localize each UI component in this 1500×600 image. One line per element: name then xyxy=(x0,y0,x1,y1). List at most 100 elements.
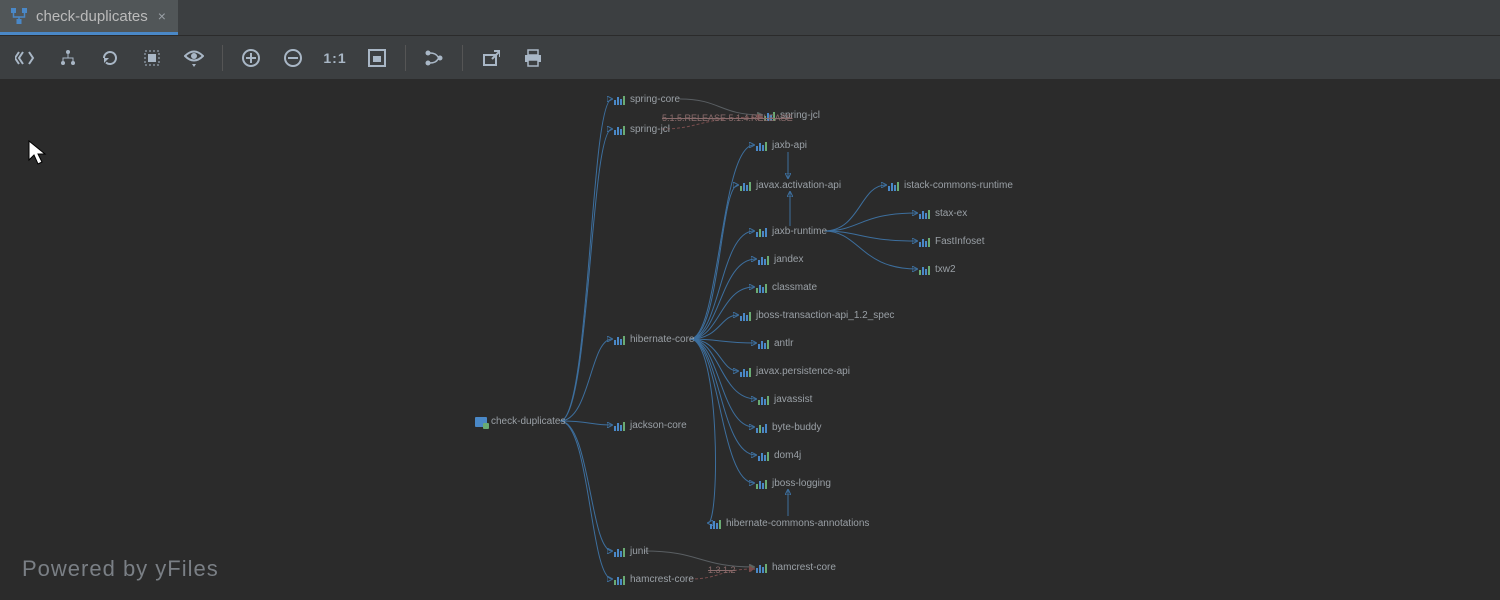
edge-label-spring-jcl-conflict: 5.1.5.RELEASE 5.1.4.RELEASE xyxy=(662,113,793,123)
watermark: Powered by yFiles xyxy=(22,556,219,582)
node-label: FastInfoset xyxy=(935,236,984,247)
node-txw2[interactable]: txw2 xyxy=(919,264,956,275)
node-root[interactable]: check-duplicates xyxy=(475,416,565,427)
node-jandex[interactable]: jandex xyxy=(758,254,803,265)
node-label: junit xyxy=(630,546,648,557)
node-jaxb-runtime[interactable]: jaxb-runtime xyxy=(756,226,827,237)
node-spring-jcl[interactable]: spring-jcl xyxy=(614,124,670,135)
node-dom4j[interactable]: dom4j xyxy=(758,450,801,461)
node-label: spring-jcl xyxy=(630,124,670,135)
edge-label-hamcrest-conflict: 1.3 1.2 xyxy=(708,565,736,575)
lib-icon xyxy=(756,227,768,237)
node-label: jandex xyxy=(774,254,803,265)
node-jboss-transaction-api[interactable]: jboss-transaction-api_1.2_spec xyxy=(740,310,894,321)
node-label: javassist xyxy=(774,394,812,405)
separator xyxy=(405,45,406,71)
node-label: jaxb-runtime xyxy=(772,226,827,237)
node-junit[interactable]: junit xyxy=(614,546,648,557)
collapse-button[interactable] xyxy=(6,39,46,77)
lib-icon xyxy=(756,141,768,151)
lib-icon xyxy=(710,519,722,529)
node-jackson-core[interactable]: jackson-core xyxy=(614,420,687,431)
lib-icon xyxy=(919,237,931,247)
tree-button[interactable] xyxy=(48,39,88,77)
selection-button[interactable] xyxy=(132,39,172,77)
tab-title: check-duplicates xyxy=(36,8,148,25)
lib-icon xyxy=(919,265,931,275)
separator xyxy=(222,45,223,71)
zoom-out-button[interactable] xyxy=(273,39,313,77)
node-label: antlr xyxy=(774,338,793,349)
node-jboss-logging[interactable]: jboss-logging xyxy=(756,478,831,489)
refresh-button[interactable] xyxy=(90,39,130,77)
lib-icon xyxy=(758,255,770,265)
lib-icon xyxy=(614,575,626,585)
node-jaxb-api[interactable]: jaxb-api xyxy=(756,140,807,151)
lib-icon xyxy=(758,451,770,461)
diagram-icon xyxy=(10,7,28,25)
tab-bar: check-duplicates × xyxy=(0,0,1500,36)
node-spring-core[interactable]: spring-core xyxy=(614,94,680,105)
node-fastinfoset[interactable]: FastInfoset xyxy=(919,236,984,247)
separator xyxy=(462,45,463,71)
node-label: javax.activation-api xyxy=(756,180,841,191)
lib-icon xyxy=(888,181,900,191)
lib-icon xyxy=(614,95,626,105)
actual-size-button[interactable]: 1:1 xyxy=(315,39,355,77)
toolbar: 1:1 xyxy=(0,36,1500,80)
fit-content-button[interactable] xyxy=(357,39,397,77)
node-label: stax-ex xyxy=(935,208,967,219)
lib-icon xyxy=(919,209,931,219)
node-label: classmate xyxy=(772,282,817,293)
node-label: txw2 xyxy=(935,264,956,275)
lib-icon xyxy=(740,311,752,321)
node-byte-buddy[interactable]: byte-buddy xyxy=(756,422,821,433)
lib-icon xyxy=(756,423,768,433)
node-hibernate-commons-annotations[interactable]: hibernate-commons-annotations xyxy=(710,518,869,529)
node-javassist[interactable]: javassist xyxy=(758,394,812,405)
node-label: hibernate-core xyxy=(630,334,694,345)
lib-icon xyxy=(756,479,768,489)
lib-icon xyxy=(614,421,626,431)
node-label: hibernate-commons-annotations xyxy=(726,518,869,529)
lib-icon xyxy=(614,335,626,345)
lib-icon xyxy=(758,339,770,349)
node-label: istack-commons-runtime xyxy=(904,180,1013,191)
node-label: javax.persistence-api xyxy=(756,366,850,377)
node-istack-commons-runtime[interactable]: istack-commons-runtime xyxy=(888,180,1013,191)
layout-button[interactable] xyxy=(414,39,454,77)
node-label: dom4j xyxy=(774,450,801,461)
node-stax-ex[interactable]: stax-ex xyxy=(919,208,967,219)
node-hamcrest-core[interactable]: hamcrest-core xyxy=(614,574,694,585)
diagram-canvas[interactable]: check-duplicates spring-core spring-jcl … xyxy=(0,80,1500,600)
zoom-in-button[interactable] xyxy=(231,39,271,77)
node-label: hamcrest-core xyxy=(772,562,836,573)
node-hamcrest-core-duplicate[interactable]: hamcrest-core xyxy=(756,562,836,573)
lib-icon xyxy=(758,395,770,405)
close-icon[interactable]: × xyxy=(156,8,168,24)
module-icon xyxy=(475,417,487,427)
node-label: check-duplicates xyxy=(491,416,565,427)
node-label: jboss-logging xyxy=(772,478,831,489)
tab-check-duplicates[interactable]: check-duplicates × xyxy=(0,0,178,35)
lib-icon xyxy=(614,125,626,135)
node-javax-persistence-api[interactable]: javax.persistence-api xyxy=(740,366,850,377)
lib-icon xyxy=(756,563,768,573)
lib-icon xyxy=(756,283,768,293)
lib-icon xyxy=(614,547,626,557)
node-antlr[interactable]: antlr xyxy=(758,338,793,349)
visibility-button[interactable] xyxy=(174,39,214,77)
node-label: byte-buddy xyxy=(772,422,821,433)
export-button[interactable] xyxy=(471,39,511,77)
node-label: hamcrest-core xyxy=(630,574,694,585)
node-hibernate-core[interactable]: hibernate-core xyxy=(614,334,694,345)
node-label: jaxb-api xyxy=(772,140,807,151)
node-classmate[interactable]: classmate xyxy=(756,282,817,293)
node-javax-activation-api[interactable]: javax.activation-api xyxy=(740,180,841,191)
lib-icon xyxy=(740,181,752,191)
node-label: jboss-transaction-api_1.2_spec xyxy=(756,310,894,321)
lib-icon xyxy=(740,367,752,377)
node-label: jackson-core xyxy=(630,420,687,431)
print-button[interactable] xyxy=(513,39,553,77)
node-label: spring-core xyxy=(630,94,680,105)
